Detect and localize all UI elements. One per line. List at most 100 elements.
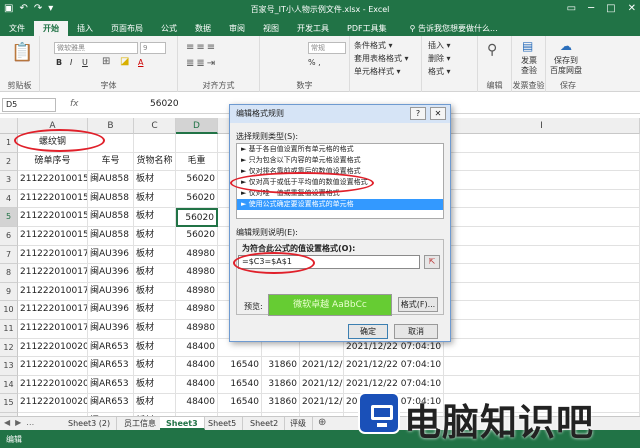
cell-i8[interactable] — [444, 264, 640, 283]
fx-icon[interactable]: fx — [70, 99, 79, 109]
cell-a10[interactable]: 2112220100178 — [18, 301, 88, 320]
align-icons[interactable]: ≡≡≡ — [186, 42, 217, 53]
cell-c13[interactable]: 板材 — [134, 357, 176, 376]
row-header[interactable]: 8 — [0, 264, 18, 283]
cell-c6[interactable]: 板材 — [134, 227, 176, 246]
baidu-cloud-icon[interactable]: ☁ — [560, 39, 572, 53]
tab-view[interactable]: 视图 — [254, 21, 288, 36]
fill-color-icon[interactable]: ◪ — [120, 56, 129, 67]
cell-i3[interactable] — [444, 171, 640, 190]
cell-a6[interactable]: 2112220100151 — [18, 227, 88, 246]
font-name-input[interactable]: 微软雅黑 — [54, 42, 138, 54]
cell-b15[interactable]: 闽AR653 — [88, 394, 134, 413]
cell-i9[interactable] — [444, 282, 640, 302]
tab-developer[interactable]: 开发工具 — [288, 21, 338, 36]
name-box[interactable]: D5 — [2, 98, 56, 112]
tell-me-box[interactable]: ⚲ 告诉我您想要做什么... — [396, 21, 498, 36]
row-header[interactable]: 9 — [0, 282, 18, 302]
cell-a2[interactable]: 磅单序号 — [18, 152, 88, 172]
cell-d15[interactable]: 48400 — [176, 394, 218, 413]
select-all-corner[interactable] — [0, 118, 18, 134]
cell-d2[interactable]: 毛重 — [176, 152, 218, 172]
dialog-close-button[interactable]: ✕ — [430, 107, 446, 120]
ok-button[interactable]: 确定 — [348, 324, 388, 339]
percent-button[interactable]: % , — [308, 58, 321, 67]
cell-g13[interactable]: 2021/12/22 09:23:11 — [300, 357, 344, 376]
cell-b3[interactable]: 闽AU858 — [88, 171, 134, 190]
cell-i4[interactable] — [444, 189, 640, 209]
cell-d9[interactable]: 48980 — [176, 282, 218, 302]
ribbon-options-icon[interactable]: ▭ — [567, 3, 576, 14]
italic-button[interactable]: I — [70, 58, 72, 67]
range-select-icon[interactable]: ⇱ — [424, 255, 440, 269]
cell-d13[interactable]: 48400 — [176, 357, 218, 376]
cell-i6[interactable] — [444, 227, 640, 246]
row-header[interactable]: 10 — [0, 301, 18, 320]
cell-a13[interactable]: 2112220100205 — [18, 357, 88, 376]
cell-h13[interactable]: 2021/12/22 07:04:10 — [344, 357, 444, 376]
cell-styles-button[interactable]: 单元格样式 ▾ — [354, 66, 401, 77]
cell-i5[interactable] — [444, 208, 640, 227]
conditional-format-button[interactable]: 条件格式 ▾ — [354, 40, 393, 51]
format-cells-button[interactable]: 格式 ▾ — [428, 66, 451, 77]
font-size-input[interactable]: 9 — [140, 42, 166, 54]
cell-a12[interactable]: 2112220100205 — [18, 338, 88, 358]
row-header[interactable]: 2 — [0, 152, 18, 172]
tab-pdf-tools[interactable]: PDF工具集 — [338, 21, 396, 36]
cell-d14[interactable]: 48400 — [176, 375, 218, 395]
cancel-button[interactable]: 取消 — [394, 324, 438, 339]
insert-cells-button[interactable]: 插入 ▾ — [428, 40, 451, 51]
indent-icons[interactable]: ≣≣⇥ — [186, 58, 217, 69]
cell-g14[interactable]: 2021/12/22 09:23:11 — [300, 375, 344, 395]
cell-b4[interactable]: 闽AU858 — [88, 189, 134, 209]
cell-f15[interactable]: 31860 — [262, 394, 300, 413]
cell-e15[interactable]: 16540 — [218, 394, 262, 413]
cell-d1[interactable] — [176, 134, 218, 153]
row-header[interactable]: 12 — [0, 338, 18, 358]
cell-d11[interactable]: 48980 — [176, 320, 218, 339]
cell-a4[interactable]: 2112220100151 — [18, 189, 88, 209]
minimize-icon[interactable]: ─ — [588, 3, 594, 14]
cell-e14[interactable]: 16540 — [218, 375, 262, 395]
cell-c2[interactable]: 货物名称 — [134, 152, 176, 172]
cell-c1[interactable] — [134, 134, 176, 153]
column-header-d[interactable]: D — [176, 118, 218, 134]
cell-a14[interactable]: 2112220100205 — [18, 375, 88, 395]
cell-c9[interactable]: 板材 — [134, 282, 176, 302]
row-header[interactable]: 11 — [0, 320, 18, 339]
row-header[interactable]: 6 — [0, 227, 18, 246]
row-header[interactable]: 13 — [0, 357, 18, 376]
cell-a5[interactable]: 2112220100151 — [18, 208, 88, 227]
cell-a7[interactable]: 2112220100178 — [18, 245, 88, 265]
column-header-b[interactable]: B — [88, 118, 134, 134]
tab-data[interactable]: 数据 — [186, 21, 220, 36]
cell-b13[interactable]: 闽AR653 — [88, 357, 134, 376]
maximize-icon[interactable]: □ — [606, 3, 615, 14]
format-button[interactable]: 格式(F)... — [398, 297, 438, 312]
cell-c8[interactable]: 板材 — [134, 264, 176, 283]
cell-b14[interactable]: 闽AR653 — [88, 375, 134, 395]
cell-i10[interactable] — [444, 301, 640, 320]
cell-d12[interactable]: 48400 — [176, 338, 218, 358]
cell-c7[interactable]: 板材 — [134, 245, 176, 265]
cell-b9[interactable]: 闽AU396 — [88, 282, 134, 302]
paste-icon[interactable]: 📋 — [11, 42, 33, 63]
cell-g15[interactable]: 2021/12/22 09:23:11 — [300, 394, 344, 413]
cell-i2[interactable] — [444, 152, 640, 172]
cell-i13[interactable] — [444, 357, 640, 376]
delete-cells-button[interactable]: 删除 ▾ — [428, 53, 451, 64]
cell-b10[interactable]: 闽AU396 — [88, 301, 134, 320]
tab-home[interactable]: 开始 — [34, 21, 68, 36]
cell-c12[interactable]: 板材 — [134, 338, 176, 358]
help-button[interactable]: ? — [410, 107, 426, 120]
cell-a9[interactable]: 2112220100178 — [18, 282, 88, 302]
row-header[interactable]: 7 — [0, 245, 18, 265]
cell-b11[interactable]: 闽AU396 — [88, 320, 134, 339]
cell-f14[interactable]: 31860 — [262, 375, 300, 395]
row-header[interactable]: 4 — [0, 189, 18, 209]
invoice-icon[interactable]: ▤ — [522, 39, 533, 53]
cell-c3[interactable]: 板材 — [134, 171, 176, 190]
cell-d3[interactable]: 56020 — [176, 171, 218, 190]
bold-button[interactable]: B — [56, 58, 62, 67]
formula-input[interactable]: 56020 — [150, 99, 179, 109]
